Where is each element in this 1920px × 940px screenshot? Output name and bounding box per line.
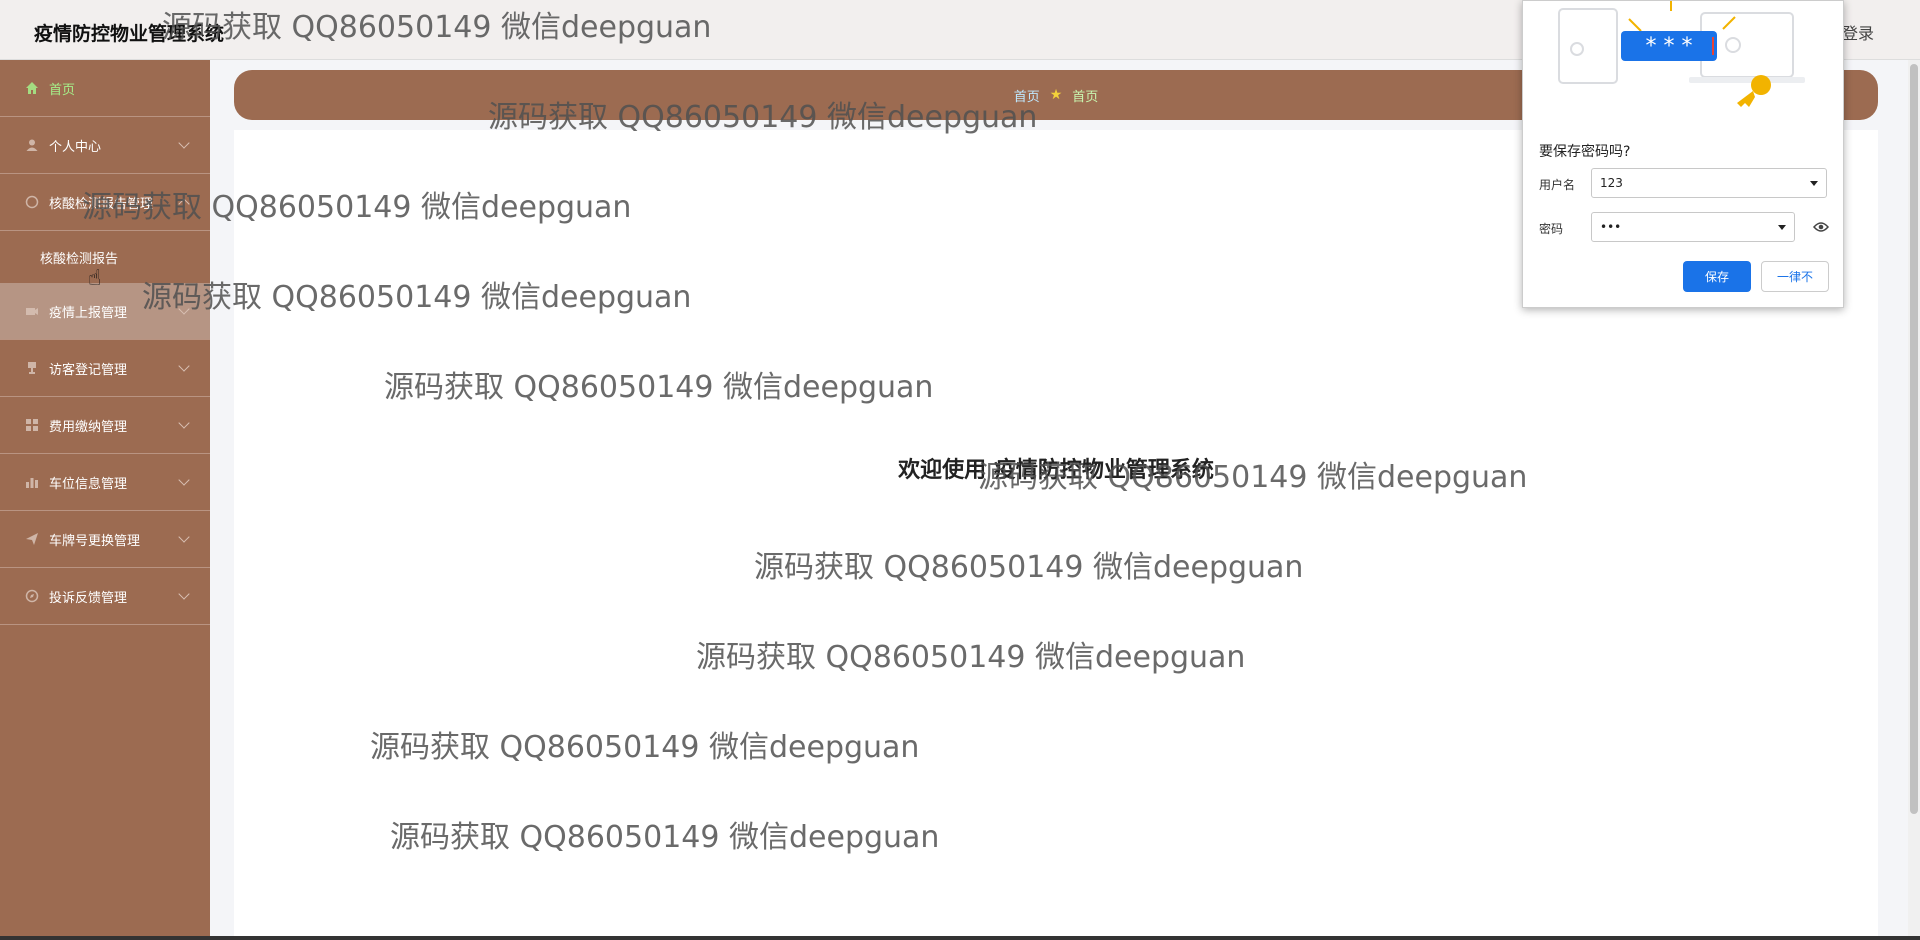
sidebar-item-epidemic-report[interactable]: 疫情上报管理 <box>0 283 210 340</box>
scrollbar-thumb[interactable] <box>1910 64 1918 814</box>
sidebar-item-nucleic-report-mgmt[interactable]: 核酸检测报告管理 <box>0 174 210 231</box>
bottom-border <box>0 936 1920 940</box>
eye-icon[interactable] <box>1813 221 1829 237</box>
sidebar-item-home[interactable]: 首页 <box>0 60 210 117</box>
welcome-heading: 欢迎使用 疫情防控物业管理系统 <box>898 458 1214 483</box>
sidebar: 首页 个人中心 核酸检测报告管理 核酸检测报告 疫情上报管理 访客登记管理 费用… <box>0 60 210 940</box>
sidebar-item-parking-info[interactable]: 车位信息管理 <box>0 454 210 511</box>
breadcrumb-current: 首页 <box>1072 89 1099 105</box>
chevron-up-icon <box>178 198 190 210</box>
sidebar-item-visitor-registration[interactable]: 访客登记管理 <box>0 340 210 397</box>
save-password-button[interactable]: 保存 <box>1683 261 1751 292</box>
home-icon <box>24 80 40 96</box>
sidebar-item-label: 疫情上报管理 <box>49 305 128 321</box>
report-icon <box>24 194 40 210</box>
camera-icon <box>24 303 40 319</box>
grid-icon <box>24 417 40 433</box>
chevron-down-icon <box>178 474 190 486</box>
app-title: 疫情防控物业管理系统 <box>34 23 225 45</box>
sidebar-item-complaint-feedback[interactable]: 投诉反馈管理 <box>0 568 210 625</box>
sidebar-item-fee-payment[interactable]: 费用缴纳管理 <box>0 397 210 454</box>
dropdown-caret-icon <box>1778 225 1786 230</box>
password-label: 密码 <box>1539 222 1564 236</box>
page-scrollbar[interactable] <box>1908 60 1920 940</box>
sidebar-subitem-nucleic-report[interactable]: 核酸检测报告 <box>0 231 210 283</box>
compass-icon <box>24 588 40 604</box>
chevron-down-icon <box>178 417 190 429</box>
chevron-down-icon <box>178 588 190 600</box>
user-icon <box>24 137 40 153</box>
username-select[interactable]: 123 <box>1591 168 1827 198</box>
sidebar-item-label: 费用缴纳管理 <box>49 419 128 435</box>
sidebar-item-label: 首页 <box>49 82 76 98</box>
password-value: ••• <box>1600 220 1622 234</box>
dropdown-caret-icon <box>1810 181 1818 186</box>
password-select[interactable]: ••• <box>1591 212 1795 242</box>
chevron-down-icon <box>178 531 190 543</box>
star-icon: ★ <box>1049 87 1063 103</box>
sidebar-item-label: 个人中心 <box>49 139 102 155</box>
sidebar-item-label: 核酸检测报告管理 <box>49 196 154 212</box>
breadcrumb-home-link[interactable]: 首页 <box>1014 86 1040 105</box>
sidebar-item-label: 访客登记管理 <box>49 362 128 378</box>
sidebar-item-label: 车位信息管理 <box>49 476 128 492</box>
sidebar-item-label: 投诉反馈管理 <box>49 590 128 606</box>
sidebar-item-label: 车牌号更换管理 <box>49 533 141 549</box>
password-illustration: * * * <box>1541 1 1831 113</box>
save-password-question: 要保存密码吗? <box>1539 144 1631 160</box>
trophy-icon <box>24 360 40 376</box>
never-save-button[interactable]: 一律不 <box>1761 261 1829 292</box>
username-label: 用户名 <box>1539 178 1576 192</box>
chevron-down-icon <box>178 137 190 149</box>
logout-link[interactable]: 登录 <box>1842 20 1874 44</box>
sidebar-item-personal-center[interactable]: 个人中心 <box>0 117 210 174</box>
sidebar-item-label: 核酸检测报告 <box>40 251 119 267</box>
send-icon <box>24 531 40 547</box>
password-stars: * * * <box>1646 34 1693 59</box>
chevron-down-icon <box>178 360 190 372</box>
username-value: 123 <box>1600 176 1623 190</box>
hand-cursor-icon: ☝ <box>88 266 102 291</box>
bar-chart-icon <box>24 474 40 490</box>
chevron-down-icon <box>178 303 190 315</box>
save-password-dialog: * * * 要保存密码吗? 用户名 123 密码 ••• 保存 一律不 <box>1522 0 1844 308</box>
sidebar-item-plate-change[interactable]: 车牌号更换管理 <box>0 511 210 568</box>
